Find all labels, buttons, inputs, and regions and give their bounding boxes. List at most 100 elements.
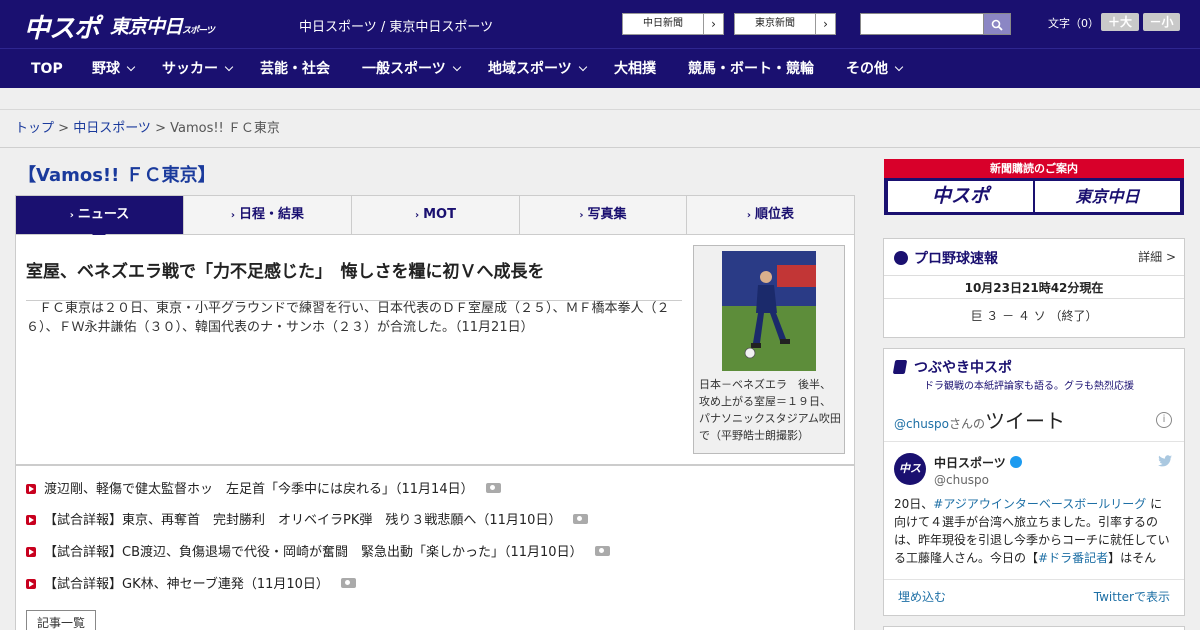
view-on-twitter-link[interactable]: Twitterで表示 (1094, 588, 1170, 605)
list-item[interactable]: 【試合詳報】CB渡辺、負傷退場で代役・岡崎が奮闘 緊急出動「楽しかった」（11月… (26, 543, 610, 563)
tokyo-shimbun-button[interactable]: 東京新聞 › (734, 13, 836, 35)
list-item[interactable]: 【試合詳報】東京、再奪首 完封勝利 オリベイラPK弾 残り３戦悲願へ（11月10… (26, 511, 589, 531)
chevron-right-icon: › (746, 210, 752, 221)
spacer-band (0, 88, 1200, 110)
chuspo-logo-text: 中スポ (24, 14, 100, 44)
tab-news[interactable]: › ニュース (16, 196, 184, 234)
tab-label: 写真集 (587, 207, 627, 222)
embed-link[interactable]: 埋め込む (898, 588, 946, 605)
nav-item-general-sports[interactable]: 一般スポーツ (362, 49, 461, 89)
chevron-right-icon: › (815, 14, 835, 34)
tweet-hashtag[interactable]: #アジアウインターベースボールリーグ (933, 497, 1146, 511)
nav-item-top[interactable]: TOP (31, 49, 63, 89)
tokyo-logo-text: 東京中日 (110, 16, 183, 38)
chevron-right-icon: › (703, 14, 723, 34)
tab-mot[interactable]: › MOT (352, 196, 520, 234)
info-icon[interactable]: i (1156, 412, 1172, 428)
font-larger-button[interactable]: ＋大 (1101, 13, 1139, 31)
article-lead: ＦＣ東京は２０日、東京・小平グラウンドで練習を行い、日本代表のＤＦ室屋成（２５）… (26, 301, 670, 335)
baseball-details-link[interactable]: 詳細 > (1138, 248, 1176, 265)
twitter-bird-icon[interactable] (1158, 455, 1172, 471)
tweet-text: 20日、#アジアウインターベースボールリーグ に向けて４選手が台湾へ旅立ちました… (894, 495, 1174, 569)
tab-label: MOT (423, 207, 456, 222)
chevron-down-icon (224, 62, 234, 72)
breadcrumb-section-link[interactable]: 中日スポーツ (73, 121, 151, 136)
font-size-label: 文字（0） (1048, 17, 1099, 30)
list-item[interactable]: 【試合詳報】GK林、神セーブ連発（11月10日） (26, 575, 356, 595)
camera-icon (485, 483, 501, 493)
tweet-hashtag[interactable]: #ドラ番記者 (1038, 551, 1108, 565)
chevron-right-icon: › (579, 210, 584, 221)
tweet-text-part: 20日、 (894, 497, 934, 511)
timeline-suffix: さんの (949, 417, 986, 431)
article-headline[interactable]: 室屋、ベネズエラ戦で「力不足感じた」 悔しさを糧に初Ｖへ成長を (26, 257, 682, 301)
nav-item-soccer[interactable]: サッカー (162, 49, 234, 89)
list-item-text: 【試合詳報】CB渡辺、負傷退場で代役・岡崎が奮闘 緊急出動「楽しかった」（11月… (44, 545, 583, 560)
chuspo-logo[interactable]: 中スポ (24, 8, 100, 45)
main-nav: TOP 野球 サッカー 芸能・社会 一般スポーツ 地域スポーツ 大相撲 競馬・ボ… (0, 48, 1200, 88)
baseball-icon (894, 251, 908, 265)
nav-item-other[interactable]: その他 (846, 49, 904, 89)
nav-item-baseball[interactable]: 野球 (92, 49, 136, 89)
baseball-score[interactable]: 巨 ３ － ４ ソ （終了） (884, 307, 1184, 324)
nav-label: 芸能・社会 (260, 61, 330, 77)
search-input[interactable] (860, 13, 984, 35)
nav-item-entertainment[interactable]: 芸能・社会 (260, 49, 330, 89)
nav-label: サッカー (162, 61, 218, 77)
tab-schedule[interactable]: › 日程・結果 (184, 196, 352, 234)
tweet-author-handle[interactable]: @chuspo (934, 473, 989, 487)
nav-label: 一般スポーツ (362, 61, 446, 77)
tab-label: 順位表 (755, 207, 795, 222)
tab-label: 日程・結果 (239, 207, 305, 222)
nav-item-local-sports[interactable]: 地域スポーツ (488, 49, 587, 89)
verified-badge-icon (1009, 456, 1022, 468)
featured-article: 室屋、ベネズエラ戦で「力不足感じた」 悔しさを糧に初Ｖへ成長を ＦＣ東京は２０日… (15, 235, 855, 465)
timeline-handle[interactable]: @chuspo (894, 417, 949, 431)
article-photo-box[interactable]: 日本－ベネズエラ 後半、攻め上がる室屋＝１９日、パナソニックスタジアム吹田で（平… (693, 245, 845, 454)
camera-icon (340, 578, 356, 588)
tweet-author-name[interactable]: 中日スポーツ (934, 454, 1022, 471)
subscription-banner[interactable]: 新聞購読のご案内 中スポ 東京中日 (884, 159, 1184, 215)
tab-standings[interactable]: › 順位表 (687, 196, 854, 234)
nav-label: TOP (31, 61, 63, 77)
article-list-button[interactable]: 記事一覧 (26, 610, 96, 630)
tweets-title: つぶやき中スポ (892, 357, 1012, 377)
camera-icon (594, 546, 610, 556)
site-name: 中日スポーツ / 東京中日スポーツ (299, 20, 494, 35)
next-sidebar-box (883, 626, 1185, 630)
breadcrumb: トップ > 中日スポーツ > Vamos!! ＦＣ東京 (0, 110, 1200, 148)
nav-label: 大相撲 (614, 61, 656, 77)
chevron-right-icon: › (230, 210, 236, 221)
breadcrumb-current: Vamos!! ＦＣ東京 (170, 121, 280, 136)
avatar[interactable]: 中スポ (894, 453, 926, 507)
subscribe-chuspo-logo[interactable]: 中スポ (888, 181, 1033, 212)
tab-label: ニュース (77, 207, 130, 222)
breadcrumb-sep: > (54, 121, 74, 136)
page-title: 【Vamos!! ＦＣ東京】 (18, 165, 216, 186)
tokyo-chunichi-logo[interactable]: 東京中日スポーツ (110, 12, 215, 39)
subscribe-tokyo-logo[interactable]: 東京中日 (1035, 181, 1180, 212)
chunichi-shimbun-button[interactable]: 中日新聞 › (622, 13, 724, 35)
nav-item-racing[interactable]: 競馬・ボート・競輪 (688, 49, 814, 89)
subscription-heading: 新聞購読のご案内 (884, 159, 1184, 178)
play-marker-icon (26, 547, 36, 557)
breadcrumb-sep: > (150, 121, 171, 136)
tweets-subtitle: ドラ観戦の本紙評論家も語る。グラも熱烈応援 (924, 381, 1134, 392)
nav-label: 地域スポーツ (488, 61, 572, 77)
list-item-text: 【試合詳報】東京、再奪首 完封勝利 オリベイラPK弾 残り３戦悲願へ（11月10… (44, 513, 562, 528)
font-smaller-button[interactable]: －小 (1143, 13, 1180, 31)
list-item[interactable]: 渡辺剛、軽傷で健太監督ホッ 左足首「今季中には戻れる」（11月14日） (26, 480, 501, 500)
baseball-title-text: プロ野球速報 (914, 251, 998, 267)
play-marker-icon (26, 579, 36, 589)
megaphone-icon (892, 360, 908, 374)
twitter-bird-glyph (1158, 455, 1172, 467)
list-item-text: 渡辺剛、軽傷で健太監督ホッ 左足首「今季中には戻れる」（11月14日） (44, 482, 474, 497)
tab-photos[interactable]: › 写真集 (520, 196, 687, 234)
camera-icon (573, 514, 589, 524)
nav-item-sumo[interactable]: 大相撲 (614, 49, 656, 89)
article-photo[interactable] (722, 251, 816, 371)
tab-bar: › ニュース › 日程・結果 › MOT › 写真集 › 順位表 (15, 195, 855, 235)
nav-label: その他 (846, 61, 888, 77)
search-button[interactable] (983, 13, 1011, 35)
breadcrumb-top-link[interactable]: トップ (15, 121, 54, 136)
